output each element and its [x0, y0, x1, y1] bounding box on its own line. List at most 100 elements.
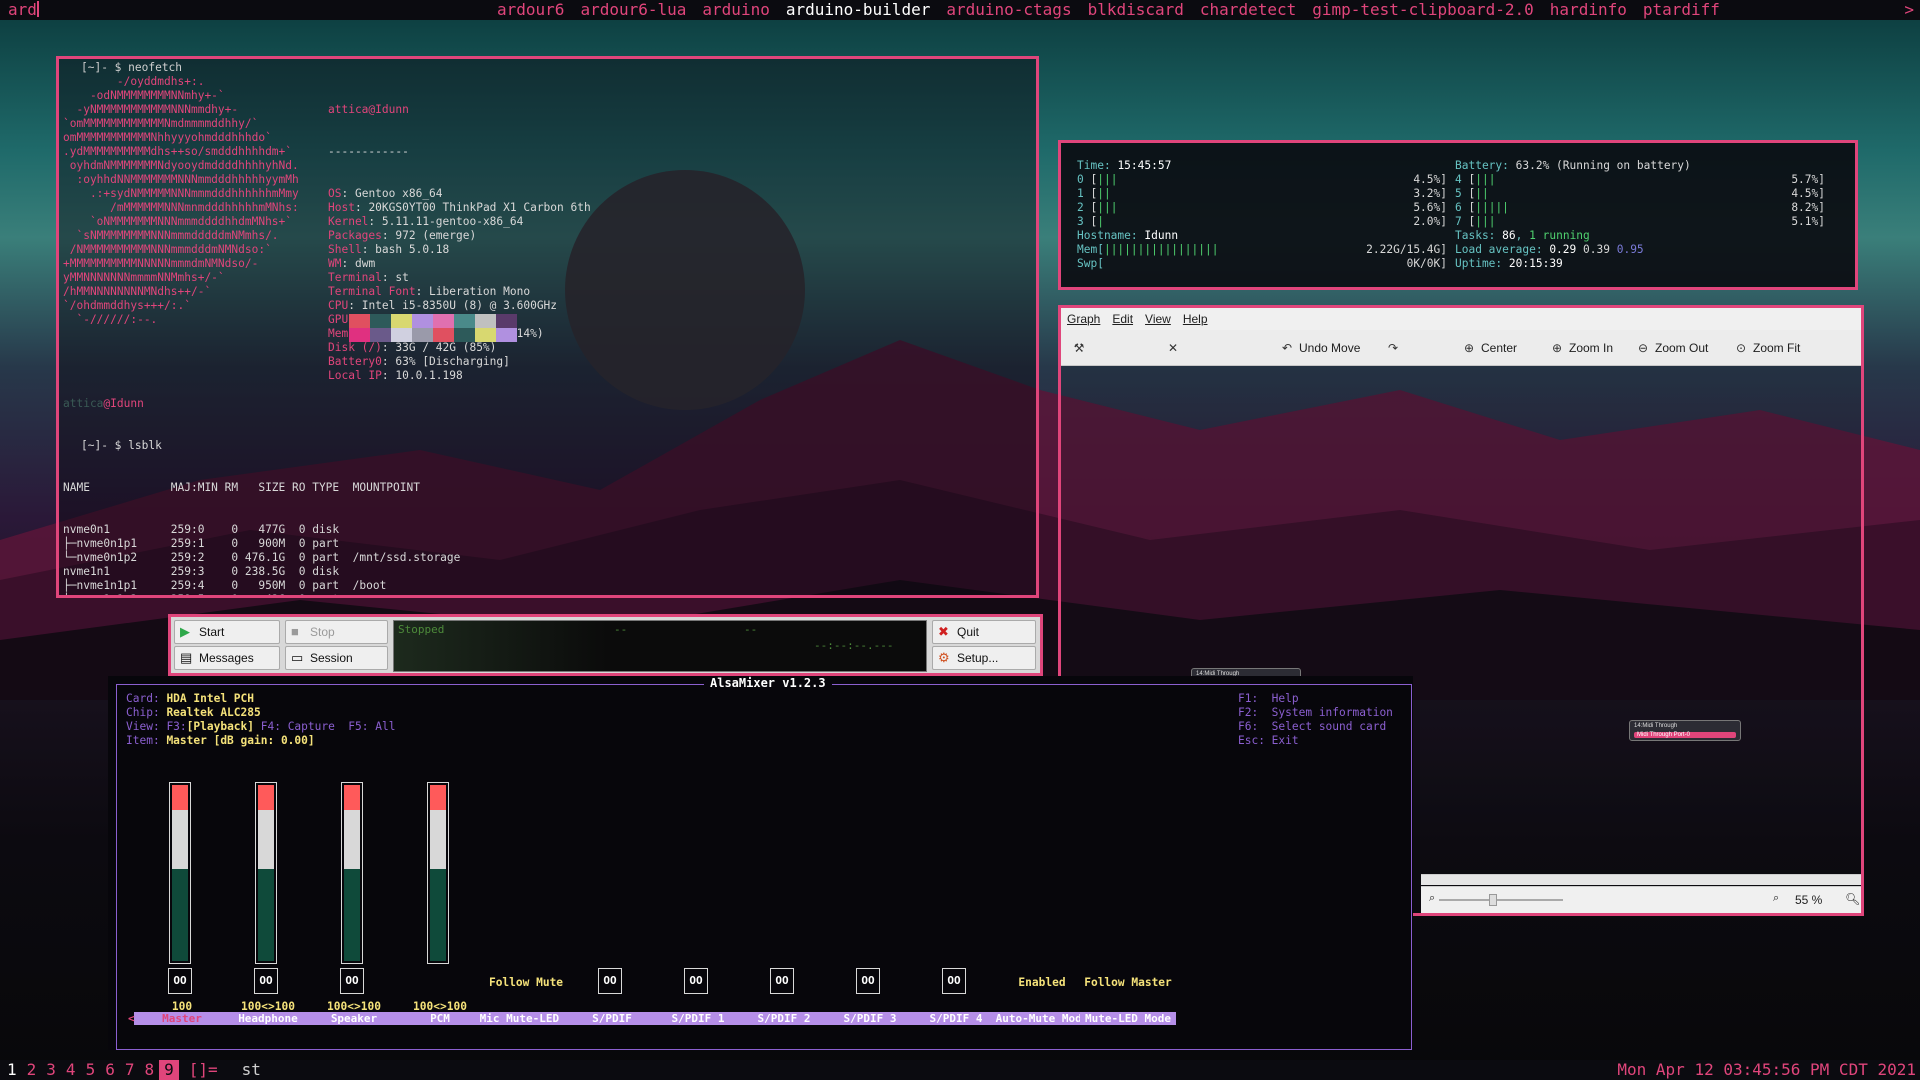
- channel-label[interactable]: S/PDIF 1: [650, 1012, 746, 1025]
- mute-toggle[interactable]: OO: [598, 968, 622, 994]
- zoom-out-small-icon[interactable]: 🔍︎: [1845, 892, 1860, 906]
- mute-toggle[interactable]: OO: [856, 968, 880, 994]
- tag-9[interactable]: 9: [159, 1060, 179, 1080]
- center-button[interactable]: ⊕ Center: [1461, 339, 1517, 357]
- zoom-reset-icon[interactable]: ⌕: [1429, 892, 1435, 905]
- channel-label[interactable]: S/PDIF 3: [822, 1012, 918, 1025]
- zoom-value[interactable]: 55 %: [1795, 893, 1822, 907]
- menu-help[interactable]: Help: [1177, 308, 1214, 330]
- menu-edit[interactable]: Edit: [1106, 308, 1139, 330]
- tag-4[interactable]: 4: [61, 1060, 81, 1080]
- start-button[interactable]: ▶ Start: [174, 620, 280, 644]
- session-button[interactable]: ▭ Session: [285, 646, 388, 670]
- channel-label[interactable]: Auto-Mute Mode: [994, 1012, 1090, 1025]
- terminal-window[interactable]: -/oyddmdhs+:. -odNMMMMMMMMNNmhy+-` -yNMM…: [56, 56, 1039, 598]
- enum-value[interactable]: Follow Master: [1078, 976, 1178, 989]
- midi-through-port-node[interactable]: 14:Midi Through Midi Through Port-0: [1629, 720, 1741, 741]
- tag-5[interactable]: 5: [81, 1060, 101, 1080]
- tag-6[interactable]: 6: [100, 1060, 120, 1080]
- dmenu-item[interactable]: arduino: [702, 0, 769, 19]
- channel-label[interactable]: Headphone: [220, 1012, 316, 1025]
- zoom-normal-icon[interactable]: ⌕: [1773, 892, 1779, 905]
- lsblk-header: NAME MAJ:MIN RM SIZE RO TYPE MOUNTPOINT: [63, 481, 420, 494]
- zoom-slider-knob[interactable]: [1489, 894, 1497, 906]
- menu-view[interactable]: View: [1139, 308, 1177, 330]
- channel-label[interactable]: Master: [134, 1012, 230, 1025]
- user-host: attica@Idunn: [328, 103, 409, 116]
- zoom-slider-track[interactable]: [1439, 899, 1563, 901]
- undo-button[interactable]: ↶ Undo Move: [1279, 339, 1360, 357]
- dmenu-item[interactable]: ptardiff: [1643, 0, 1720, 19]
- info-value: 20KGS0YT00 ThinkPad X1 Carbon 6th: [368, 201, 591, 214]
- channel-label[interactable]: Mute-LED Mode: [1080, 1012, 1176, 1025]
- zoom-fit-button[interactable]: ⊙ Zoom Fit: [1733, 339, 1800, 357]
- connect-button[interactable]: ⚒: [1071, 339, 1091, 357]
- dmenu-item[interactable]: ardour6-lua: [580, 0, 686, 19]
- dmenu-more-indicator[interactable]: >: [1904, 0, 1914, 20]
- jack-control-window[interactable]: ▶ Start ■ Stop ▤ Messages ▭ Session Stopped …: [168, 614, 1043, 676]
- channel-label[interactable]: Mic Mute-LED M: [478, 1012, 574, 1025]
- view-playback[interactable]: [Playback]: [187, 720, 254, 733]
- horizontal-scrollbar[interactable]: [1421, 874, 1861, 885]
- volume-slider[interactable]: [341, 782, 363, 964]
- layout-indicator[interactable]: []=: [189, 1060, 218, 1079]
- cpu-bar: ||: [1097, 187, 1111, 200]
- channel-label[interactable]: S/PDIF: [564, 1012, 660, 1025]
- dmenu-item[interactable]: arduino-builder: [786, 0, 931, 19]
- dmenu-item[interactable]: blkdiscard: [1088, 0, 1184, 19]
- volume-slider[interactable]: [427, 782, 449, 964]
- info-value: 33G / 42G (85%): [395, 341, 497, 354]
- tag-1[interactable]: 1: [2, 1060, 22, 1080]
- tag-8[interactable]: 8: [139, 1060, 159, 1080]
- dmenu-item[interactable]: gimp-test-clipboard-2.0: [1312, 0, 1534, 19]
- enum-value[interactable]: Follow Mute: [476, 976, 576, 989]
- mute-toggle[interactable]: OO: [168, 968, 192, 994]
- messages-button[interactable]: ▤ Messages: [174, 646, 280, 670]
- cpu-pct: 5.6%]: [1413, 201, 1447, 214]
- channel-label[interactable]: PCM: [392, 1012, 488, 1025]
- dmenu-item[interactable]: chardetect: [1200, 0, 1296, 19]
- tag-3[interactable]: 3: [41, 1060, 61, 1080]
- zoom-in-button[interactable]: ⊕ Zoom In: [1549, 339, 1613, 357]
- channel-label[interactable]: S/PDIF 4: [908, 1012, 1004, 1025]
- view-other[interactable]: F4: Capture F5: All: [254, 720, 396, 733]
- mute-toggle[interactable]: OO: [684, 968, 708, 994]
- tag-7[interactable]: 7: [120, 1060, 140, 1080]
- enum-value[interactable]: Enabled: [992, 976, 1092, 989]
- menu-graph[interactable]: Graph: [1061, 308, 1106, 330]
- mute-toggle[interactable]: OO: [942, 968, 966, 994]
- zoom-fit-icon: ⊙: [1735, 341, 1747, 355]
- hostname-value: Idunn: [1144, 229, 1179, 242]
- node-port[interactable]: Midi Through Port-0: [1634, 732, 1736, 738]
- redo-button[interactable]: ↷: [1385, 339, 1405, 357]
- dmenu-prompt[interactable]: ard: [8, 0, 39, 20]
- mute-toggle[interactable]: OO: [770, 968, 794, 994]
- dmenu-item[interactable]: hardinfo: [1550, 0, 1627, 19]
- zoom-out-button[interactable]: ⊖ Zoom Out: [1635, 339, 1708, 357]
- htop-window[interactable]: Time: 15:45:57 0 [||| 4.5%] 1 [|| 3.2%] 2 [|…: [1058, 140, 1858, 290]
- info-row: Shell: bash 5.0.18: [328, 243, 591, 257]
- mem-label: Mem[: [1077, 243, 1104, 256]
- chip-value: Realtek ALC285: [166, 706, 261, 719]
- stop-button[interactable]: ■ Stop: [285, 620, 388, 644]
- dmenu-item[interactable]: ardour6: [497, 0, 564, 19]
- dmenu-input[interactable]: ard: [8, 0, 37, 19]
- channel-label[interactable]: Speaker: [306, 1012, 402, 1025]
- disconnect-button[interactable]: ✕: [1165, 339, 1185, 357]
- mem-bar: |||||||||||||||||: [1103, 243, 1219, 256]
- info-value: 63% [Discharging]: [395, 355, 510, 368]
- mute-toggle[interactable]: OO: [340, 968, 364, 994]
- volume-slider[interactable]: [255, 782, 277, 964]
- quit-button[interactable]: ✖ Quit: [932, 620, 1036, 644]
- alsamixer-window[interactable]: AlsaMixer v1.2.3 Card: HDA Intel PCH Chi…: [108, 676, 1413, 1050]
- tag-2[interactable]: 2: [22, 1060, 42, 1080]
- channel-label[interactable]: S/PDIF 2: [736, 1012, 832, 1025]
- zoom-in-label: Zoom In: [1569, 341, 1614, 355]
- volume-slider[interactable]: [169, 782, 191, 964]
- cpu-pct: 5.1%]: [1791, 215, 1825, 228]
- setup-button[interactable]: ⚙ Setup...: [932, 646, 1036, 670]
- lsblk-row: ├─nvme1n1p2 259:5 0 42G 0 part: [63, 593, 460, 595]
- view-f3[interactable]: F3:: [166, 720, 186, 733]
- mute-toggle[interactable]: OO: [254, 968, 278, 994]
- dmenu-item[interactable]: arduino-ctags: [946, 0, 1071, 19]
